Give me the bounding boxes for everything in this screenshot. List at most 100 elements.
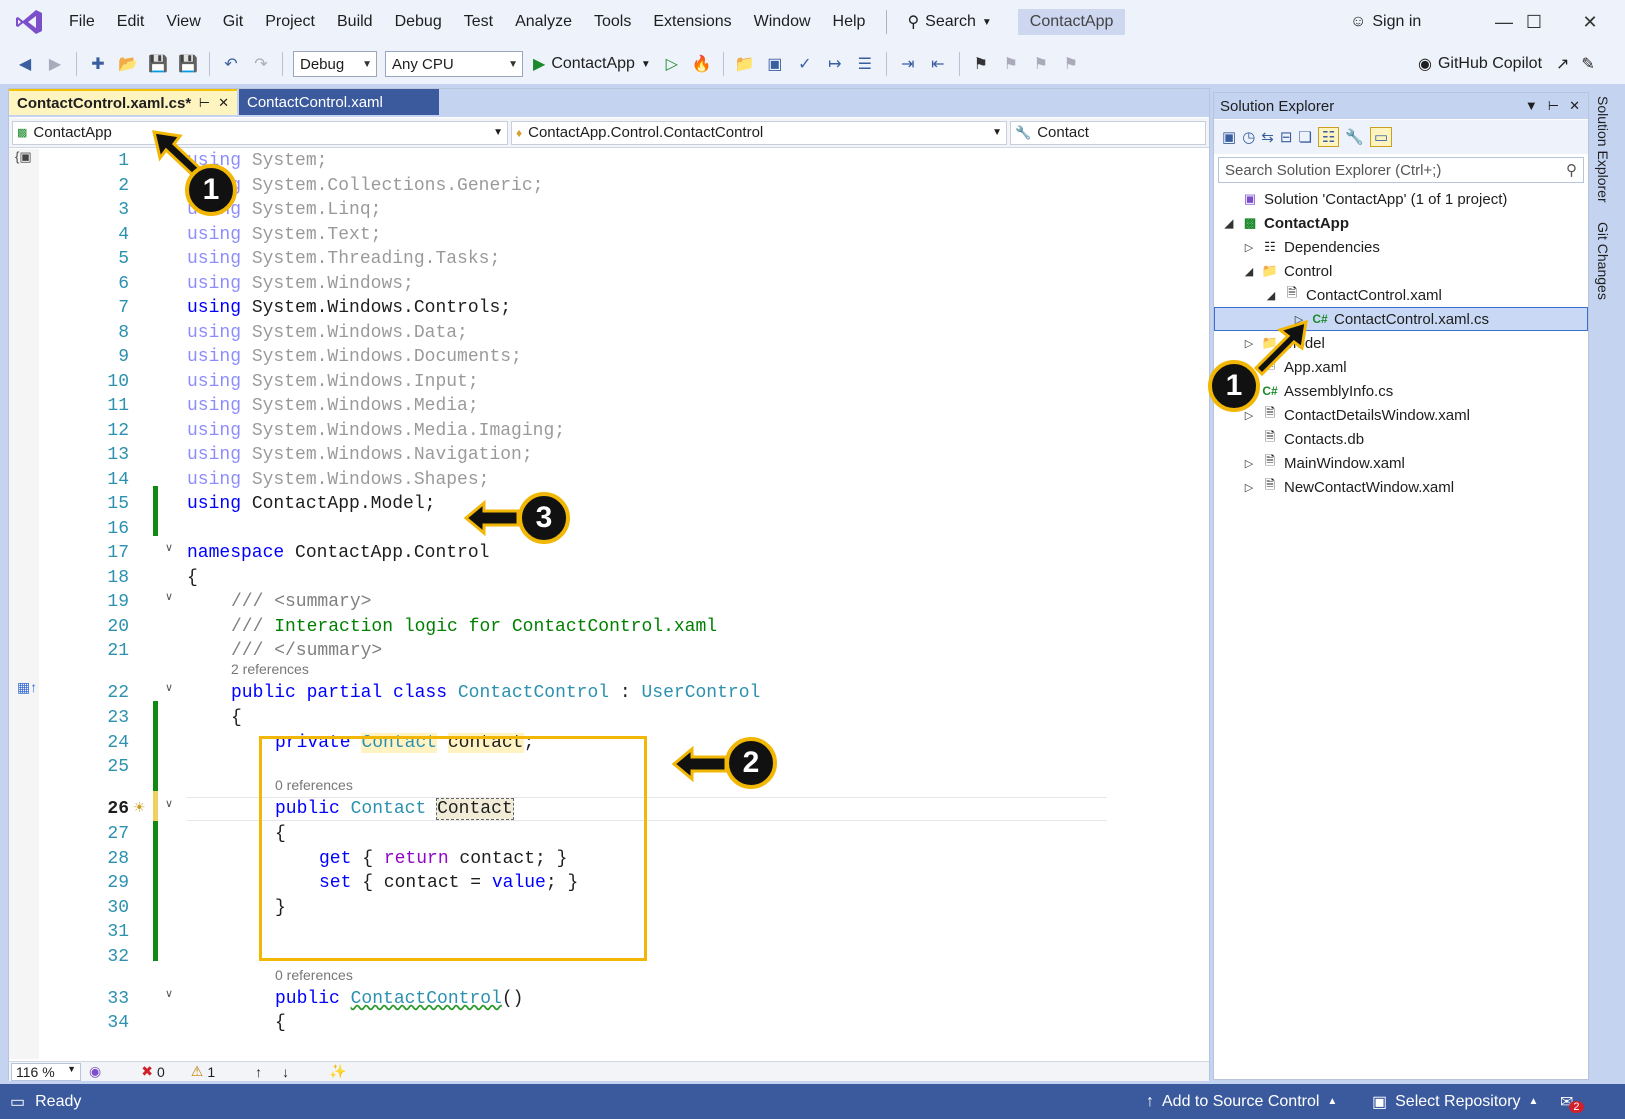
layout-icon[interactable]: ▣ bbox=[764, 53, 786, 75]
spellcheck-icon[interactable]: ✓ bbox=[794, 53, 816, 75]
pin-icon[interactable]: ⊢ bbox=[199, 95, 210, 111]
search-button[interactable]: ⚲ Search ▼ bbox=[897, 12, 1001, 32]
preview-icon[interactable]: ▭ bbox=[1370, 127, 1393, 147]
collapse-icon[interactable]: ∨ bbox=[165, 590, 173, 603]
tree-item-contactdetailswindow[interactable]: ▷ 🗎 ContactDetailsWindow.xaml bbox=[1242, 403, 1470, 427]
undo-icon[interactable]: ↶ bbox=[220, 53, 242, 75]
switch-views-icon[interactable]: ▣ bbox=[1222, 128, 1236, 146]
member-nav-select[interactable]: 🔧 Contact bbox=[1010, 120, 1206, 145]
start-debugging-button[interactable]: ▶ ContactApp ▼ bbox=[527, 54, 657, 74]
zoom-select[interactable]: 116 % ▼ bbox=[11, 1062, 81, 1081]
new-project-icon[interactable]: ✚ bbox=[87, 53, 109, 75]
menu-edit[interactable]: Edit bbox=[106, 0, 156, 44]
select-repository-button[interactable]: ▣ Select Repository ▲ bbox=[1372, 1092, 1538, 1112]
menu-debug[interactable]: Debug bbox=[384, 0, 453, 44]
chevron-down-icon: ▼ bbox=[67, 1063, 76, 1074]
tree-item-control-folder[interactable]: ◢ 📁 Control bbox=[1242, 259, 1333, 283]
codelens-references[interactable]: 0 references bbox=[275, 967, 353, 983]
warning-icon[interactable]: ⚠ bbox=[191, 1063, 204, 1080]
notifications-button[interactable]: ✉ 2 bbox=[1560, 1091, 1584, 1113]
open-folder-icon[interactable]: 📂 bbox=[117, 53, 139, 75]
bookmark-icon[interactable]: ⚑ bbox=[970, 53, 992, 75]
tab-contactcontrol-xaml[interactable]: ContactControl.xaml bbox=[239, 89, 439, 115]
keyword: using bbox=[187, 225, 242, 245]
previous-issue-icon[interactable]: ↑ bbox=[255, 1064, 262, 1080]
tree-item-solution[interactable]: ▣ Solution 'ContactApp' (1 of 1 project) bbox=[1222, 187, 1508, 211]
indent-icon[interactable]: ⇥ bbox=[897, 53, 919, 75]
codelens-references[interactable]: 2 references bbox=[231, 661, 309, 677]
add-to-source-control-button[interactable]: ↑ Add to Source Control ▲ bbox=[1146, 1093, 1337, 1111]
keyword: using bbox=[187, 249, 242, 269]
menu-tools[interactable]: Tools bbox=[583, 0, 642, 44]
back-icon[interactable]: ◀ bbox=[14, 53, 36, 75]
next-bookmark-icon[interactable]: ⚑ bbox=[1030, 53, 1052, 75]
sign-in-button[interactable]: ☺ Sign in bbox=[1350, 0, 1421, 44]
close-icon[interactable]: ✕ bbox=[1569, 98, 1580, 114]
menu-test[interactable]: Test bbox=[453, 0, 504, 44]
menu-build[interactable]: Build bbox=[326, 0, 384, 44]
status-text: Ready bbox=[35, 1092, 82, 1110]
tab-git-changes-vertical[interactable]: Git Changes bbox=[1595, 222, 1611, 300]
pin-icon[interactable]: ⊢ bbox=[1548, 98, 1559, 114]
sync-icon[interactable]: ⇆ bbox=[1261, 128, 1274, 146]
menu-help[interactable]: Help bbox=[822, 0, 877, 44]
menu-project[interactable]: Project bbox=[254, 0, 326, 44]
solution-folder-icon[interactable]: 📁 bbox=[734, 53, 756, 75]
tree-item-mainwindow[interactable]: ▷ 🗎 MainWindow.xaml bbox=[1242, 451, 1405, 475]
save-icon[interactable]: 💾 bbox=[147, 53, 169, 75]
tree-item-newcontactwindow[interactable]: ▷ 🗎 NewContactWindow.xaml bbox=[1242, 475, 1454, 499]
tab-contactcontrol-cs[interactable]: ContactControl.xaml.cs* ⊢ ✕ bbox=[9, 89, 237, 115]
collapse-icon[interactable]: ∨ bbox=[165, 987, 173, 1000]
menu-analyze[interactable]: Analyze bbox=[504, 0, 583, 44]
next-issue-icon[interactable]: ↓ bbox=[282, 1064, 289, 1080]
close-button[interactable]: ✕ bbox=[1568, 0, 1612, 44]
tree-item-label: ContactControl.xaml.cs bbox=[1334, 310, 1490, 328]
type-nav-select[interactable]: ♦ ContactApp.Control.ContactControl ▼ bbox=[511, 120, 1007, 145]
hot-reload-icon[interactable]: 🔥 bbox=[691, 53, 713, 75]
change-indicator bbox=[153, 821, 158, 961]
format-icon[interactable]: ☰ bbox=[854, 53, 876, 75]
folder-icon: 📁 bbox=[1261, 263, 1279, 278]
tree-item-contacts-db[interactable]: 🗎 Contacts.db bbox=[1242, 427, 1364, 451]
menu-view[interactable]: View bbox=[155, 0, 211, 44]
menu-window[interactable]: Window bbox=[743, 0, 822, 44]
collapse-all-icon[interactable]: ⊟ bbox=[1280, 128, 1293, 146]
solution-explorer-search-input[interactable]: Search Solution Explorer (Ctrl+;) ⚲ bbox=[1218, 157, 1584, 183]
start-without-debugging-icon[interactable]: ▷ bbox=[661, 53, 683, 75]
forward-icon[interactable]: ▶ bbox=[44, 53, 66, 75]
step-icon[interactable]: ↦ bbox=[824, 53, 846, 75]
outdent-icon[interactable]: ⇤ bbox=[927, 53, 949, 75]
collapse-icon[interactable]: ∨ bbox=[165, 797, 173, 810]
collapse-icon[interactable]: ∨ bbox=[165, 681, 173, 694]
project-nav-select[interactable]: ▩ ContactApp ▼ bbox=[12, 120, 508, 145]
tab-solution-explorer-vertical[interactable]: Solution Explorer bbox=[1595, 96, 1611, 203]
menu-file[interactable]: File bbox=[58, 0, 106, 44]
xaml-file-icon: 🗎 bbox=[1286, 285, 1298, 300]
lightbulb-icon[interactable]: ☀ bbox=[133, 799, 146, 816]
tree-item-assemblyinfo[interactable]: C# AssemblyInfo.cs bbox=[1242, 379, 1393, 403]
maximize-button[interactable]: ☐ bbox=[1512, 0, 1556, 44]
menu-git[interactable]: Git bbox=[212, 0, 254, 44]
window-options-icon[interactable]: ▼ bbox=[1525, 98, 1538, 114]
save-all-icon[interactable]: 💾 bbox=[177, 53, 199, 75]
redo-icon[interactable]: ↷ bbox=[250, 53, 272, 75]
code-line: { bbox=[187, 568, 198, 588]
close-icon[interactable]: ✕ bbox=[218, 95, 229, 111]
clear-bookmarks-icon[interactable]: ⚑ bbox=[1060, 53, 1082, 75]
filter-icon[interactable]: ☷ bbox=[1317, 127, 1340, 147]
collapse-icon[interactable]: ∨ bbox=[165, 541, 173, 554]
tree-item-contactcontrol-xaml[interactable]: ◢ 🗎 ContactControl.xaml bbox=[1264, 283, 1442, 307]
menu-extensions[interactable]: Extensions bbox=[642, 0, 742, 44]
tree-item-project[interactable]: ◢ ▩ ContactApp bbox=[1222, 211, 1349, 235]
github-copilot-button[interactable]: ◉ GitHub Copilot ↗ ✎ bbox=[1418, 44, 1595, 84]
platform-select[interactable]: Any CPU ▼ bbox=[385, 51, 523, 77]
code-cleanup-icon[interactable]: ✨ bbox=[329, 1063, 346, 1080]
tree-item-dependencies[interactable]: ▷ ☷ Dependencies bbox=[1242, 235, 1380, 259]
copilot-status-icon[interactable]: ◉ bbox=[89, 1063, 101, 1080]
error-icon[interactable]: ✖ bbox=[141, 1063, 153, 1080]
history-icon[interactable]: ◷ bbox=[1242, 128, 1255, 146]
show-all-files-icon[interactable]: ❏ bbox=[1298, 128, 1311, 146]
configuration-select[interactable]: Debug ▼ bbox=[293, 51, 377, 77]
properties-icon[interactable]: 🔧 bbox=[1345, 128, 1364, 146]
prev-bookmark-icon[interactable]: ⚑ bbox=[1000, 53, 1022, 75]
